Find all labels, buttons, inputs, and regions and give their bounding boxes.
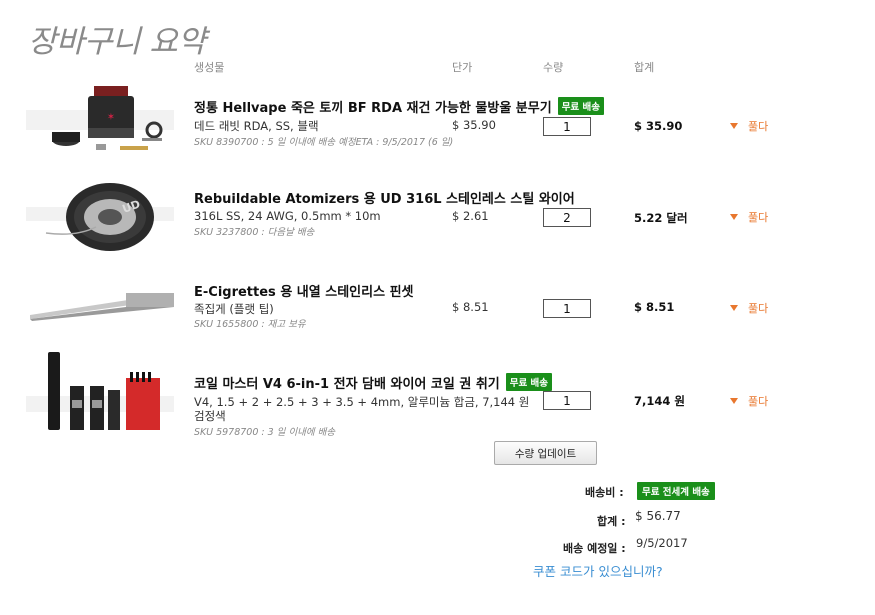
unit-price: $ 35.90: [452, 118, 496, 132]
product-name-link[interactable]: E-Cigrettes 용 내열 스테인리스 핀셋: [194, 281, 414, 300]
product-variant: 316L SS, 24 AWG, 0.5mm * 10m: [194, 209, 381, 223]
update-quantity-button[interactable]: 수량 업데이트: [494, 441, 597, 465]
triangle-down-icon: [730, 123, 738, 129]
column-header-total: 합계: [634, 61, 655, 74]
line-total: 7,144 원: [634, 394, 685, 408]
quantity-input[interactable]: [543, 391, 591, 410]
coupon-code-link[interactable]: 쿠폰 코드가 있으십니까?: [533, 561, 663, 580]
free-shipping-badge: 무료 배송: [557, 97, 604, 115]
quantity-input[interactable]: [543, 299, 591, 318]
unit-price: $ 2.61: [452, 209, 489, 223]
rda-atomizer-image[interactable]: ✶: [26, 82, 174, 162]
line-total: 5.22 달러: [634, 211, 688, 225]
eta-value: 9/5/2017: [636, 536, 688, 550]
remove-item-button[interactable]: 풀다: [730, 118, 768, 134]
product-variant: 족집게 (플랫 팁): [194, 302, 274, 316]
free-shipping-badge: 무료 배송: [505, 373, 553, 391]
eta-label: 배송 예정일 :: [563, 542, 626, 555]
wire-spool-image[interactable]: UD: [26, 175, 174, 255]
product-name-link[interactable]: 코일 마스터 V4 6-in-1 전자 담배 와이어 코일 권 취기 무료 배송: [194, 373, 553, 392]
product-sku: SKU 3237800 : 다음날 배송: [194, 227, 315, 238]
column-header-unit-price: 단가: [452, 61, 473, 74]
product-sku: SKU 1655800 : 재고 보유: [194, 319, 306, 330]
product-sku: SKU 8390700 : 5 일 이내에 배송 예정ETA : 9/5/201…: [194, 137, 454, 148]
quantity-input[interactable]: [543, 208, 591, 227]
line-total: $ 35.90: [634, 119, 683, 133]
product-name-link[interactable]: Rebuildable Atomizers 용 UD 316L 스테인레스 스틸…: [194, 188, 575, 207]
page-title: 장바구니 요약: [28, 24, 206, 60]
free-worldwide-shipping-badge: 무료 전세계 배송: [637, 482, 715, 500]
line-total: $ 8.51: [634, 300, 675, 314]
product-name-link[interactable]: 정통 Hellvape 죽은 토끼 BF RDA 재건 가능한 물방울 분무기 무…: [194, 97, 604, 116]
triangle-down-icon: [730, 398, 738, 404]
svg-text:✶: ✶: [107, 112, 115, 123]
product-sku: SKU 5978700 : 3 일 이내에 배송: [194, 427, 336, 438]
triangle-down-icon: [730, 214, 738, 220]
shipping-label: 배송비 :: [585, 486, 624, 499]
order-total-label: 합계 :: [597, 515, 626, 528]
remove-item-button[interactable]: 풀다: [730, 209, 768, 225]
coil-jig-image[interactable]: [26, 350, 174, 434]
remove-item-button[interactable]: 풀다: [730, 300, 768, 316]
product-variant: 데드 래빗 RDA, SS, 블랙: [194, 119, 319, 133]
order-total-value: $ 56.77: [635, 509, 681, 523]
product-variant-color: 검정색: [194, 409, 226, 423]
triangle-down-icon: [730, 305, 738, 311]
column-header-quantity: 수량: [543, 61, 564, 74]
product-variant: V4, 1.5 + 2 + 2.5 + 3 + 3.5 + 4mm, 알루미늄 …: [194, 395, 530, 409]
column-header-product: 생성물: [194, 61, 225, 74]
remove-item-button[interactable]: 풀다: [730, 393, 768, 409]
quantity-input[interactable]: [543, 117, 591, 136]
unit-price: $ 8.51: [452, 300, 489, 314]
tweezers-image[interactable]: [26, 275, 174, 335]
